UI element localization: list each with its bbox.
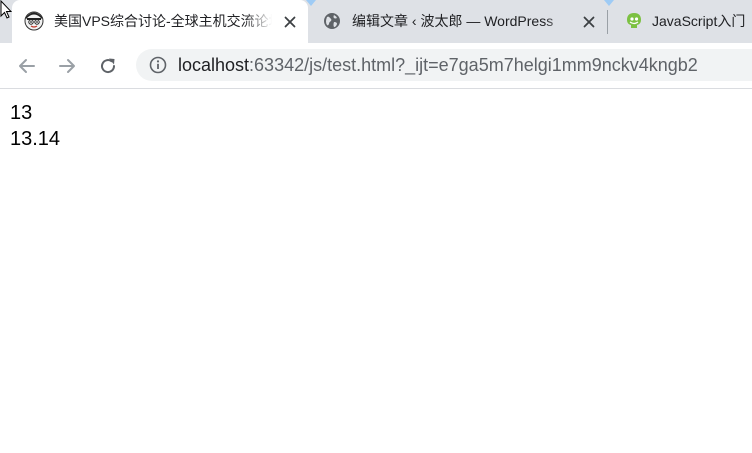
globe-icon <box>322 11 342 31</box>
browser-window: 美国VPS综合讨论-全球主机交流论坛 编辑文章 ‹ 波太郎 — WordPres… <box>0 0 752 453</box>
info-icon[interactable] <box>149 56 167 74</box>
hostloc-avatar-icon <box>24 11 44 31</box>
tab-indicator-icon <box>306 0 316 6</box>
tab-strip: 美国VPS综合讨论-全球主机交流论坛 编辑文章 ‹ 波太郎 — WordPres… <box>0 0 752 43</box>
tutorial-site-icon <box>624 11 644 31</box>
reload-button[interactable] <box>94 52 122 80</box>
output-line: 13 <box>10 102 33 124</box>
address-bar[interactable]: localhost:63342/js/test.html?_ijt=e7ga5m… <box>136 49 752 81</box>
url-path: :63342/js/test.html?_ijt=e7ga5m7helgi1mm… <box>249 55 698 75</box>
output-line: 13.14 <box>10 128 61 150</box>
tab-title: 编辑文章 ‹ 波太郎 — WordPress <box>352 13 554 29</box>
tab-wordpress-edit[interactable]: 编辑文章 ‹ 波太郎 — WordPress <box>310 0 608 43</box>
arrow-left-icon <box>19 59 35 73</box>
close-icon[interactable] <box>281 13 299 31</box>
tab-indicator-icon <box>604 0 614 6</box>
page-content: 13 13.14 <box>0 89 752 453</box>
tab-separator <box>607 10 608 34</box>
back-button[interactable] <box>13 52 41 80</box>
tab-hostloc[interactable]: 美国VPS综合讨论-全球主机交流论坛 <box>12 0 308 43</box>
reload-icon <box>101 58 116 74</box>
url-text[interactable]: localhost:63342/js/test.html?_ijt=e7ga5m… <box>178 49 698 81</box>
tab-javascript-tutorial[interactable]: JavaScript入门 <box>610 0 752 43</box>
mouse-cursor-icon <box>0 0 13 25</box>
navigation-toolbar: localhost:63342/js/test.html?_ijt=e7ga5m… <box>0 43 752 89</box>
tab-title: JavaScript入门 <box>652 13 746 29</box>
arrow-right-icon <box>59 59 75 73</box>
tab-title: 美国VPS综合讨论-全球主机交流论坛 <box>54 13 272 29</box>
forward-button[interactable] <box>53 52 81 80</box>
url-host: localhost <box>178 55 250 75</box>
close-icon[interactable] <box>580 13 598 31</box>
